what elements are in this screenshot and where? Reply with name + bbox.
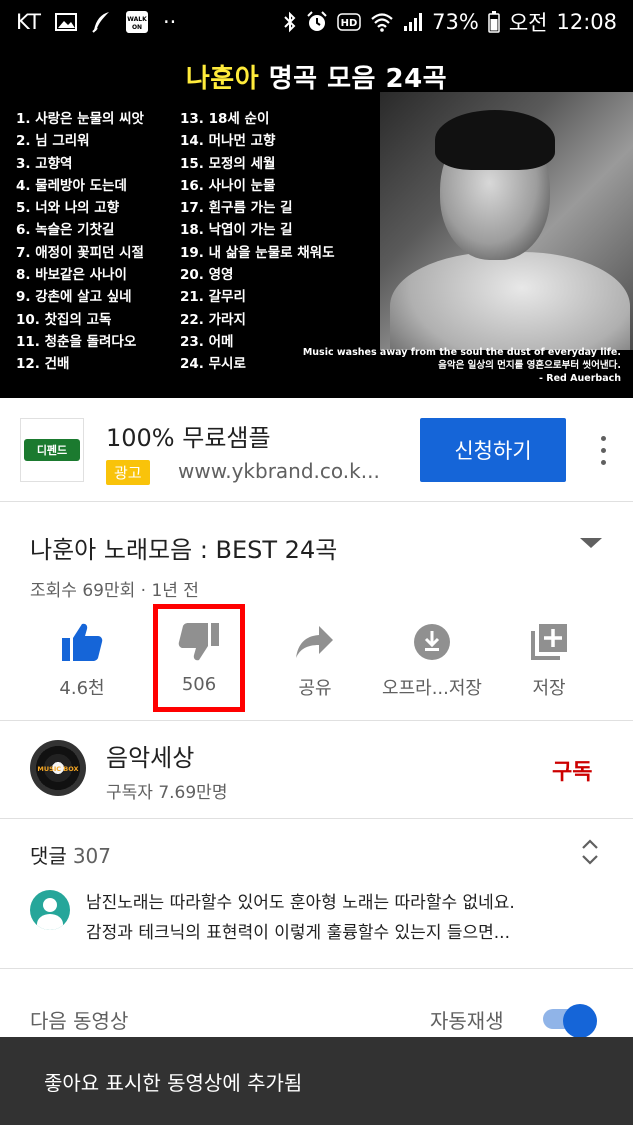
track-item: 8. 바보같은 사나이: [16, 267, 127, 284]
save-to-playlist-button[interactable]: 저장: [499, 620, 599, 700]
channel-avatar[interactable]: MUSIC BOX: [30, 740, 86, 796]
track-item: 17. 흰구름 가는 길: [180, 200, 293, 217]
thumbnail-quote: Music washes away from the soul the dust…: [303, 346, 621, 385]
wifi-icon: [370, 12, 394, 32]
track-item: 5. 너와 나의 고향: [16, 200, 120, 217]
track-item: 16. 사나이 눈물: [180, 177, 276, 194]
thumbnail-title-artist: 나훈아: [185, 64, 260, 94]
quote-author: - Red Auerbach: [539, 373, 621, 384]
save-label: 저장: [532, 678, 566, 699]
track-item: 20. 영영: [180, 267, 234, 284]
top-comment[interactable]: 남진노래는 따라할수 있어도 훈아형 노래는 따라할수 없네요. 감정과 테크닉…: [86, 888, 606, 948]
track-item: 12. 건배: [16, 356, 70, 373]
quote-english: Music washes away from the soul the dust…: [302, 347, 621, 358]
ad-logo[interactable]: 디펜드: [20, 418, 84, 482]
svg-text:WALK: WALK: [127, 16, 147, 23]
clock-time: 12:08: [556, 10, 617, 34]
add-to-playlist-icon: [530, 620, 568, 664]
divider: [0, 818, 633, 819]
walk-on-icon: WALK ON: [125, 10, 149, 34]
ad-logo-text: 디펜드: [24, 439, 80, 461]
svg-text:HD: HD: [341, 18, 358, 29]
ad-badge: 광고: [106, 460, 150, 485]
track-item: 22. 가라지: [180, 311, 246, 328]
track-item: 1. 사랑은 눈물의 씨앗: [16, 111, 144, 127]
ad-title[interactable]: 100% 무료샘플: [106, 418, 271, 453]
offline-save-label: 오프라...저장: [382, 678, 482, 699]
track-item: 11. 청춘을 돌려다오: [16, 333, 137, 350]
action-bar: 4.6천 506 공유 오프라...저장 저장: [0, 620, 633, 720]
track-item: 2. 님 그리워: [16, 133, 90, 150]
quote-korean: 음악은 일상의 먼지를 영혼으로부터 씻어낸다.: [438, 360, 621, 371]
track-item: 3. 고향역: [16, 155, 73, 172]
divider: [0, 720, 633, 721]
status-bar: KT WALK ON ·· HD 73% 오전 12:08: [0, 0, 633, 44]
track-item: 10. 찻집의 고독: [16, 311, 112, 328]
divider: [0, 968, 633, 969]
video-player[interactable]: 나훈아 명곡 모음 24곡 1. 사랑은 눈물의 씨앗 2. 님 그리워 3. 고향…: [0, 44, 633, 398]
comments-header[interactable]: 댓글 307: [30, 840, 111, 869]
expand-comments-icon[interactable]: [580, 838, 600, 870]
thumbnail-title-rest: 명곡 모음 24곡: [259, 64, 448, 94]
tracklist-right: 13. 18세 순이 14. 머나먼 고향 15. 모정의 세월 16. 사나이 눈물…: [180, 108, 335, 376]
tracklist-left: 1. 사랑은 눈물의 씨앗 2. 님 그리워 3. 고향역 4. 물레방아 도는데 5.…: [16, 108, 144, 376]
alarm-icon: [306, 11, 328, 33]
svg-text:ON: ON: [132, 24, 142, 31]
battery-percent: 73%: [432, 10, 479, 34]
up-next-label: 다음 동영상: [30, 1009, 129, 1033]
hd-icon: HD: [337, 13, 361, 31]
subscriber-count: 구독자 7.69만명: [106, 783, 228, 803]
carrier-label: KT: [16, 10, 41, 34]
video-title[interactable]: 나훈아 노래모음 : BEST 24곡: [30, 530, 337, 565]
thumbnail-title: 나훈아 명곡 모음 24곡: [0, 58, 633, 95]
snackbar-message: 좋아요 표시한 동영상에 추가됨: [44, 1070, 303, 1095]
track-item: 15. 모정의 세월: [180, 155, 276, 172]
bluetooth-icon: [283, 11, 297, 33]
artist-photo: [380, 92, 633, 350]
subscribe-button[interactable]: 구독: [552, 754, 592, 786]
gallery-icon: [54, 12, 77, 32]
battery-icon: [488, 11, 500, 33]
video-meta: 조회수 69만회 · 1년 전: [30, 581, 199, 601]
track-item: 4. 물레방아 도는데: [16, 177, 127, 194]
share-arrow-icon: [295, 620, 335, 664]
ad-url[interactable]: www.ykbrand.co.k...: [178, 459, 380, 483]
ad-apply-button[interactable]: 신청하기: [420, 418, 566, 482]
track-item: 6. 녹슬은 기찻길: [16, 222, 115, 239]
dislike-highlight-box: [153, 604, 245, 712]
time-period: 오전: [508, 11, 548, 35]
top-comment-line2: 감정과 테크닉의 표현력이 이렇게 훌륭할수 있는지 들으면...: [86, 923, 510, 943]
like-button[interactable]: 4.6천: [32, 620, 132, 700]
track-item: 14. 머나먼 고향: [180, 133, 276, 150]
expand-description-icon[interactable]: [578, 535, 604, 555]
share-label: 공유: [298, 678, 332, 699]
channel-avatar-text: MUSIC BOX: [37, 765, 78, 773]
status-overflow: ··: [162, 10, 177, 34]
top-comment-line1: 남진노래는 따라할수 있어도 훈아형 노래는 따라할수 없네요.: [86, 893, 515, 913]
comments-label: 댓글: [30, 844, 67, 868]
track-item: 19. 내 삶을 눈물로 채워도: [180, 244, 335, 261]
track-item: 9. 강촌에 살고 싶네: [16, 289, 132, 306]
download-icon: [413, 620, 451, 664]
track-item: 21. 갈무리: [180, 289, 246, 306]
channel-name[interactable]: 음악세상: [106, 738, 194, 773]
autoplay-toggle[interactable]: [543, 1004, 599, 1038]
track-item: 13. 18세 순이: [180, 111, 270, 127]
commenter-avatar[interactable]: [30, 890, 70, 930]
more-options-icon[interactable]: [596, 432, 610, 468]
snackbar: 좋아요 표시한 동영상에 추가됨: [0, 1037, 633, 1125]
like-count: 4.6천: [59, 678, 105, 699]
track-item: 18. 낙엽이 가는 길: [180, 222, 293, 239]
autoplay-label: 자동재생: [430, 1009, 504, 1033]
track-item: 7. 애정이 꽃피던 시절: [16, 244, 144, 261]
share-button[interactable]: 공유: [265, 620, 365, 700]
offline-save-button[interactable]: 오프라...저장: [382, 620, 482, 700]
quill-icon: [91, 11, 111, 33]
comments-count: 307: [72, 844, 111, 868]
thumbs-up-icon: [61, 620, 103, 664]
signal-icon: [403, 12, 423, 32]
